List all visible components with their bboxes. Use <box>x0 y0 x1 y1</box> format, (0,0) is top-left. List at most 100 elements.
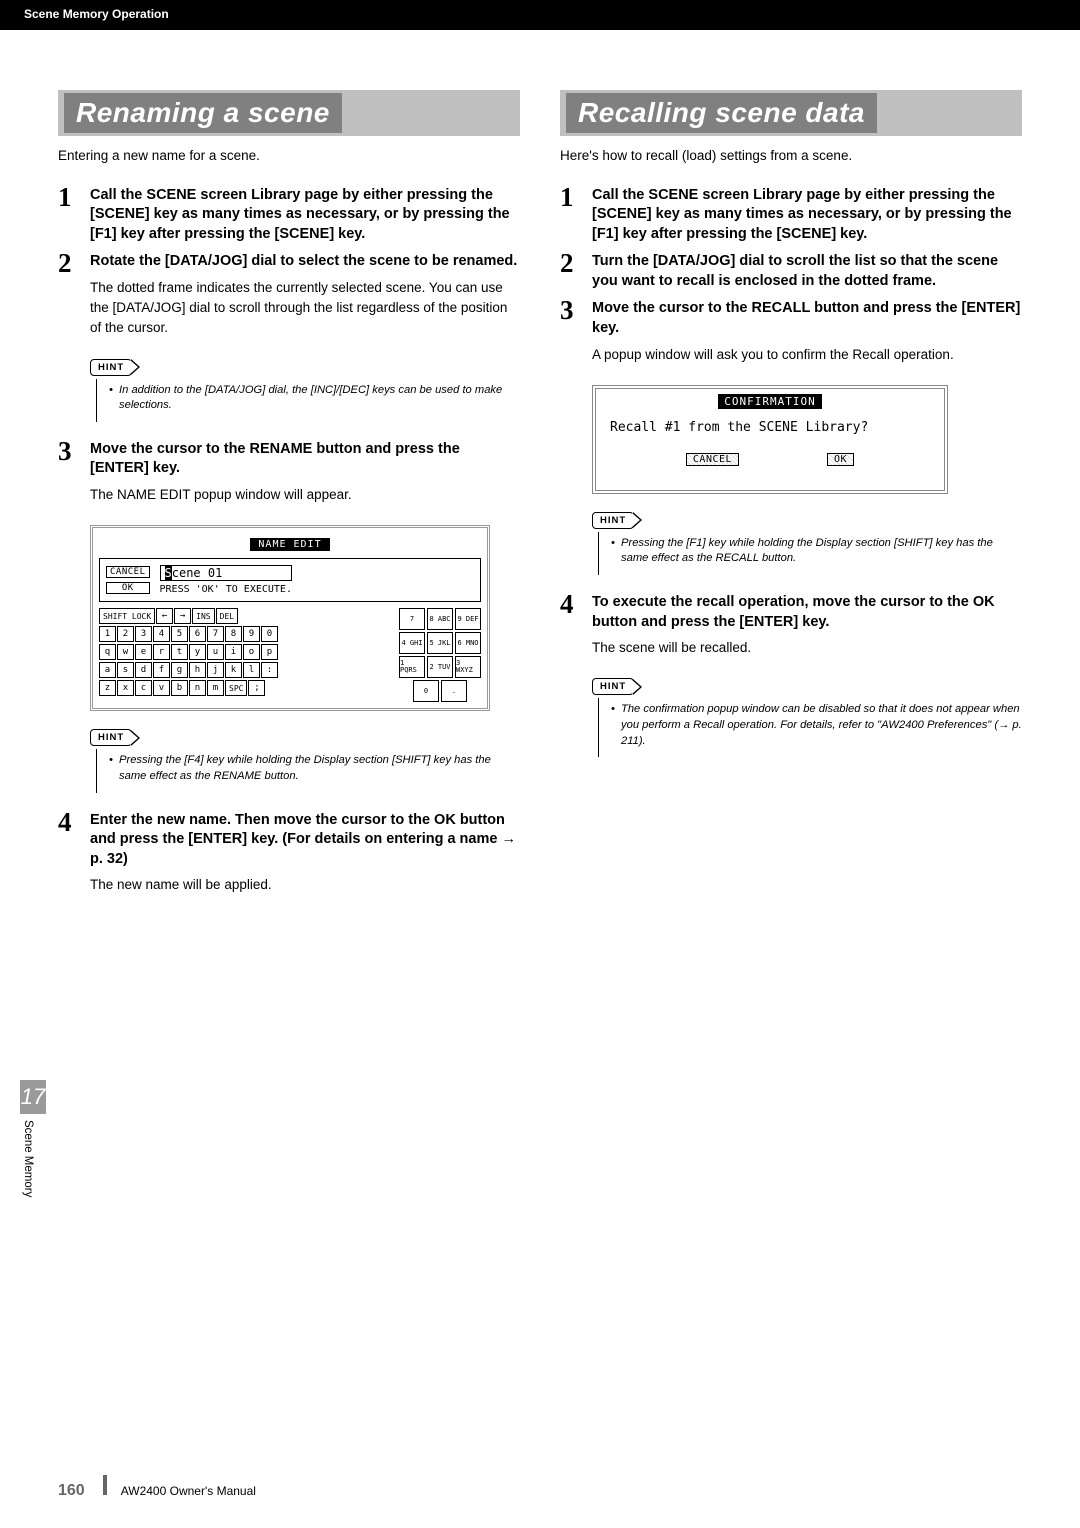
step-head: Turn the [DATA/JOG] dial to scroll the l… <box>592 252 1022 291</box>
key[interactable]: 2 <box>117 626 134 642</box>
pad-key[interactable]: 3 WXYZ <box>455 656 481 678</box>
key[interactable]: : <box>261 662 278 678</box>
pad-key[interactable]: 8 ABC <box>427 608 453 630</box>
key[interactable]: ; <box>248 680 265 696</box>
side-tab: 17 Scene Memory <box>20 1080 46 1197</box>
key[interactable]: 6 <box>189 626 206 642</box>
key[interactable]: z <box>99 680 116 696</box>
pad-key[interactable]: 5 JKL <box>427 632 453 654</box>
left-arrow-key[interactable]: ← <box>156 608 173 624</box>
key[interactable]: a <box>99 662 116 678</box>
key[interactable]: u <box>207 644 224 660</box>
confirmation-buttons: CANCEL OK <box>596 453 944 490</box>
content-area: Renaming a scene Entering a new name for… <box>0 30 1080 934</box>
manual-title: AW2400 Owner's Manual <box>121 1484 256 1498</box>
key[interactable]: p <box>261 644 278 660</box>
key[interactable]: 1 <box>99 626 116 642</box>
key[interactable]: 9 <box>243 626 260 642</box>
pad-key[interactable]: 9 DEF <box>455 608 481 630</box>
pad-key[interactable]: 4 GHI <box>399 632 425 654</box>
key[interactable]: w <box>117 644 134 660</box>
kb-q-row: q w e r t y u i o p <box>99 644 278 660</box>
keyboard-left: SHIFT LOCK ← → INS DEL 1 2 3 4 5 6 <box>99 608 278 702</box>
section-title: Scene Memory Operation <box>24 7 169 21</box>
key[interactable]: d <box>135 662 152 678</box>
spc-key[interactable]: SPC <box>225 680 247 696</box>
step-head: Call the SCENE screen Library page by ei… <box>90 186 520 245</box>
hint-body-1: In addition to the [DATA/JOG] dial, the … <box>96 379 520 422</box>
step-head: Call the SCENE screen Library page by ei… <box>592 186 1022 245</box>
step-text: The NAME EDIT popup window will appear. <box>90 485 520 505</box>
name-rest: cene 01 <box>172 566 223 580</box>
key[interactable]: q <box>99 644 116 660</box>
pad-key[interactable]: 2 TUV <box>427 656 453 678</box>
key[interactable]: k <box>225 662 242 678</box>
key[interactable]: h <box>189 662 206 678</box>
step-body: Rotate the [DATA/JOG] dial to select the… <box>90 252 520 348</box>
shiftlock-key[interactable]: SHIFT LOCK <box>99 608 155 624</box>
key[interactable]: n <box>189 680 206 696</box>
key[interactable]: t <box>171 644 188 660</box>
key[interactable]: x <box>117 680 134 696</box>
ok-button[interactable]: OK <box>827 453 854 466</box>
key[interactable]: i <box>225 644 242 660</box>
key[interactable]: 4 <box>153 626 170 642</box>
key[interactable]: 3 <box>135 626 152 642</box>
ins-key[interactable]: INS <box>192 608 214 624</box>
name-field[interactable]: Scene 01 <box>160 565 292 581</box>
hint-text: The confirmation popup window can be dis… <box>611 702 1022 749</box>
step-body: Move the cursor to the RECALL button and… <box>592 299 1022 374</box>
key[interactable]: r <box>153 644 170 660</box>
key[interactable]: 0 <box>261 626 278 642</box>
key[interactable]: e <box>135 644 152 660</box>
confirmation-window: CONFIRMATION Recall #1 from the SCENE Li… <box>592 385 948 494</box>
key[interactable]: s <box>117 662 134 678</box>
step-number: 1 <box>58 186 90 245</box>
key[interactable]: f <box>153 662 170 678</box>
left-step-1: 1 Call the SCENE screen Library page by … <box>58 186 520 245</box>
headline-bar-left: Renaming a scene <box>58 90 520 136</box>
cancel-button[interactable]: CANCEL <box>686 453 739 466</box>
key[interactable]: 8 <box>225 626 242 642</box>
name-edit-keyboard: SHIFT LOCK ← → INS DEL 1 2 3 4 5 6 <box>99 608 481 702</box>
chapter-label: Scene Memory <box>22 1114 34 1197</box>
hint-text: In addition to the [DATA/JOG] dial, the … <box>109 383 520 414</box>
key[interactable]: g <box>171 662 188 678</box>
headline-bar-right: Recalling scene data <box>560 90 1022 136</box>
keyboard-numpad: 78 ABC9 DEF 4 GHI5 JKL6 MNO 1 PQRS2 TUV3… <box>399 608 481 702</box>
left-step-4: 4 Enter the new name. Then move the curs… <box>58 811 520 906</box>
name-edit-screenshot: NAME EDIT CANCEL OK Scene 01 PRESS 'OK' … <box>90 525 520 711</box>
ok-button[interactable]: OK <box>106 582 150 594</box>
key[interactable]: y <box>189 644 206 660</box>
key[interactable]: v <box>153 680 170 696</box>
right-arrow-key[interactable]: → <box>174 608 191 624</box>
key[interactable]: j <box>207 662 224 678</box>
key[interactable]: o <box>243 644 260 660</box>
key[interactable]: 5 <box>171 626 188 642</box>
page-header: Scene Memory Operation <box>0 0 1080 30</box>
pad-key[interactable]: 6 MNO <box>455 632 481 654</box>
pad-key[interactable]: 7 <box>399 608 425 630</box>
key[interactable]: m <box>207 680 224 696</box>
key[interactable]: b <box>171 680 188 696</box>
key[interactable]: c <box>135 680 152 696</box>
step-body: Call the SCENE screen Library page by ei… <box>90 186 520 245</box>
pad-key[interactable]: 0 <box>413 680 439 702</box>
confirmation-title: CONFIRMATION <box>718 394 821 409</box>
right-step-2: 2 Turn the [DATA/JOG] dial to scroll the… <box>560 252 1022 291</box>
pad-key[interactable]: . <box>441 680 467 702</box>
kb-z-row: z x c v b n m SPC ; <box>99 680 278 696</box>
del-key[interactable]: DEL <box>216 608 238 624</box>
left-intro: Entering a new name for a scene. <box>58 146 520 166</box>
cancel-button[interactable]: CANCEL <box>106 566 150 578</box>
step-body: Move the cursor to the RENAME button and… <box>90 440 520 515</box>
hint-text: Pressing the [F1] key while holding the … <box>611 536 1022 567</box>
right-step-1: 1 Call the SCENE screen Library page by … <box>560 186 1022 245</box>
pad-key[interactable]: 1 PQRS <box>399 656 425 678</box>
key[interactable]: l <box>243 662 260 678</box>
step-head: Move the cursor to the RECALL button and… <box>592 299 1022 338</box>
left-column: Renaming a scene Entering a new name for… <box>58 90 520 914</box>
key[interactable]: 7 <box>207 626 224 642</box>
name-edit-side-buttons: CANCEL OK <box>106 566 150 594</box>
step-text: A popup window will ask you to confirm t… <box>592 345 1022 365</box>
